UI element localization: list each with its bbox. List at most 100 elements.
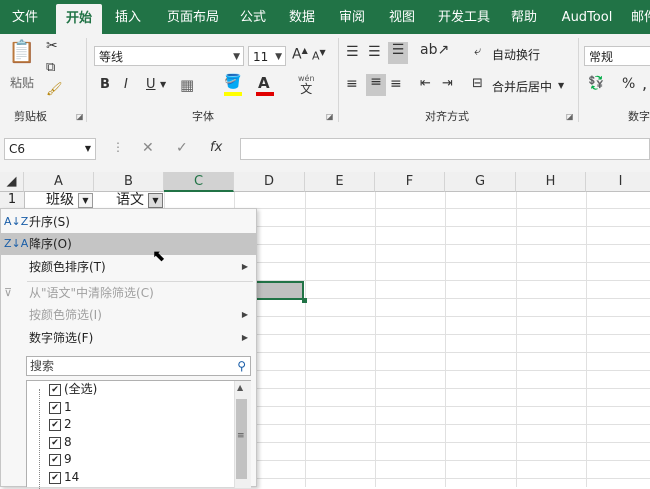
menu-sort-descending[interactable]: Z↓A 降序(O) [1,233,256,255]
filter-value-list: ✔ (全选) ✔ 1 ✔ 2 ✔ 8 ✔ 9 ✔ 14 ▲ ≡ [26,380,251,489]
clipboard-dialog-launcher-icon[interactable]: ◪ [76,112,84,121]
align-middle-icon[interactable]: ☰ [368,44,381,60]
tab-mail[interactable]: 邮件 [624,0,650,34]
tab-home[interactable]: 开始 [56,4,102,34]
column-header-d[interactable]: D [234,172,305,192]
italic-button[interactable]: I [124,77,128,92]
merge-center-button[interactable]: 合并后居中 [492,78,552,95]
alignment-group-label: 对齐方式 [425,110,469,123]
decrease-indent-icon[interactable]: ⇤ [420,76,431,91]
number-group-label: 数字 [628,110,650,123]
shrink-font-button[interactable]: A▼ [312,48,326,63]
tab-help[interactable]: 帮助 [504,0,544,34]
align-right-icon[interactable]: ≡ [390,76,402,92]
menu-number-filter[interactable]: 数字筛选(F) ▶ [1,327,256,349]
filter-value-item[interactable]: ✔ 1 [49,399,72,416]
menu-sort-ascending[interactable]: A↓Z 升序(S) [1,211,256,233]
tab-page-layout[interactable]: 页面布局 [156,0,230,34]
font-color-icon[interactable]: A [258,74,270,92]
checkbox-checked-icon: ✔ [49,453,61,466]
column-header-f[interactable]: F [375,172,445,192]
cut-icon[interactable]: ✂ [46,38,58,54]
font-name-combo[interactable]: 等线 ▼ [94,46,244,66]
filter-value-item[interactable]: ✔ 14 [49,469,79,486]
tab-insert[interactable]: 插入 [106,0,150,34]
font-group-label: 字体 [192,110,214,123]
submenu-arrow-icon: ▶ [241,333,248,342]
filter-value-label: 8 [64,435,72,449]
name-box[interactable]: C6 ▼ [4,138,96,160]
column-header-h[interactable]: H [516,172,586,192]
fill-handle[interactable] [302,298,307,303]
insert-function-button[interactable]: fx [210,140,222,155]
scroll-up-icon[interactable]: ▲ [237,383,243,392]
menu-filter-by-color[interactable]: 按颜色筛选(I) ▶ [1,304,256,326]
cancel-entry-button[interactable]: ✕ [142,140,154,156]
tab-view[interactable]: 视图 [380,0,424,34]
filter-dropdown-button-a[interactable]: ▼ [78,193,93,208]
align-left-icon[interactable]: ≡ [346,76,358,92]
filter-search-input[interactable]: 搜索 ⚲ [26,356,251,376]
number-format-combo[interactable]: 常规 [584,46,650,66]
grow-font-button[interactable]: A▲ [292,46,308,63]
clear-filter-icon: ⊽ [4,286,13,299]
column-header-e[interactable]: E [305,172,375,192]
currency-format-icon[interactable]: 💱 [588,76,604,91]
filter-value-item[interactable]: ✔ 8 [49,434,72,451]
cell-b1[interactable]: 语文 [116,191,144,209]
cell-a1[interactable]: 班级 [46,191,74,209]
font-size-combo[interactable]: 11 ▼ [248,46,286,66]
filter-value-item[interactable]: ✔ 2 [49,416,72,433]
column-header-b[interactable]: B [94,172,164,192]
comma-format-button[interactable]: , [642,74,647,93]
filter-dropdown-button-b[interactable]: ▼ [148,193,163,208]
phonetic-guide-icon: 文 [300,82,313,96]
column-header-g[interactable]: G [445,172,516,192]
copy-icon[interactable]: ⧉ [46,60,55,75]
row-header-1[interactable]: 1 [0,192,25,208]
tab-audtool[interactable]: AudTool [556,0,618,34]
percent-format-button[interactable]: % [622,76,635,92]
tab-data[interactable]: 数据 [280,0,324,34]
paste-icon[interactable]: 📋 [8,40,35,65]
confirm-entry-button[interactable]: ✓ [176,140,188,156]
chevron-down-icon: ▼ [275,52,282,62]
filter-value-item[interactable]: ✔ 9 [49,451,72,468]
align-center-icon[interactable]: ≡ [366,74,386,96]
tab-formulas[interactable]: 公式 [232,0,274,34]
orientation-icon[interactable]: ab↗ [420,42,449,58]
filter-value-item[interactable]: ✔ (全选) [49,381,97,398]
bold-button[interactable]: B [100,77,110,92]
font-dialog-launcher-icon[interactable]: ◪ [326,112,334,121]
menu-clear-filter[interactable]: ⊽ 从"语文"中清除筛选(C) [1,282,256,304]
menu-sort-by-color[interactable]: 按颜色排序(T) ▶ [1,256,256,278]
select-all-corner[interactable]: ◢ [0,172,24,192]
fill-color-icon[interactable]: 🪣 [224,74,241,90]
column-header-c[interactable]: C [164,172,234,192]
paste-button[interactable]: 粘贴 [10,74,34,91]
align-bottom-icon[interactable]: ☰ [388,42,408,64]
column-header-a[interactable]: A [24,172,94,192]
checkbox-checked-icon: ✔ [49,383,61,396]
merge-center-icon[interactable]: ⊟ [472,76,483,91]
increase-indent-icon[interactable]: ⇥ [442,76,453,91]
alignment-dialog-launcher-icon[interactable]: ◪ [566,112,574,121]
chevron-down-icon[interactable]: ▼ [160,80,166,89]
wrap-text-icon[interactable]: ⤶ [474,44,481,59]
phonetic-guide-button[interactable]: wén 文 [298,72,315,96]
border-icon[interactable]: ▦ [180,76,194,94]
wrap-text-button[interactable]: 自动换行 [492,46,540,63]
chevron-down-icon[interactable]: ▼ [558,81,564,90]
formula-input[interactable] [240,138,650,160]
grid-line [164,192,165,208]
tab-review[interactable]: 审阅 [330,0,374,34]
tab-file[interactable]: 文件 [0,0,50,34]
column-header-i[interactable]: I [586,172,650,192]
align-top-icon[interactable]: ☰ [346,44,359,60]
search-icon: ⚲ [237,359,246,373]
more-options-icon[interactable]: ⋮ [112,140,124,154]
grid-line [234,192,235,208]
tab-developer[interactable]: 开发工具 [430,0,498,34]
underline-button[interactable]: U [146,77,156,92]
format-painter-icon[interactable]: 🖌 [46,82,63,97]
